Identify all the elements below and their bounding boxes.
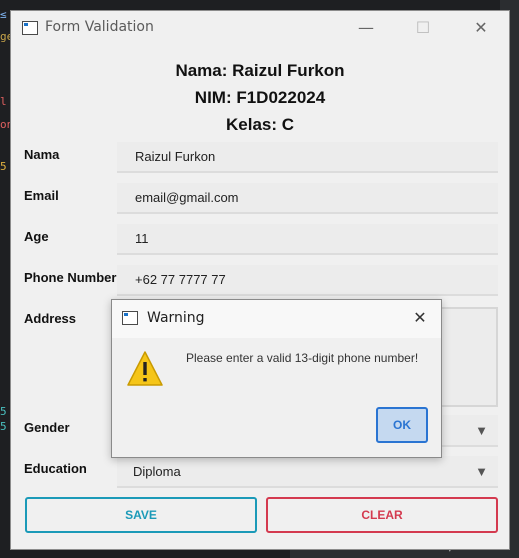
- dialog-close-button[interactable]: ✕: [409, 307, 431, 329]
- maximize-button[interactable]: ☐: [408, 17, 438, 39]
- background-glyph: 5: [0, 160, 7, 173]
- window-titlebar[interactable]: Form Validation — ☐ ✕: [11, 11, 509, 47]
- background-glyph: 5: [0, 405, 7, 418]
- nama-label: Nama: [24, 147, 60, 162]
- warning-triangle-icon: [127, 351, 163, 386]
- phone-field[interactable]: +62 77 7777 77: [117, 265, 498, 296]
- education-label: Education: [24, 461, 87, 476]
- dialog-message: Please enter a valid 13-digit phone numb…: [186, 351, 419, 365]
- minimize-button[interactable]: —: [351, 17, 381, 39]
- age-label: Age: [24, 229, 49, 244]
- age-field[interactable]: 11: [117, 224, 498, 255]
- email-field[interactable]: email@gmail.com: [117, 183, 498, 214]
- background-glyph: l: [0, 95, 7, 108]
- form-validation-window: Form Validation — ☐ ✕ Nama: Raizul Furko…: [10, 10, 510, 550]
- nama-field[interactable]: Raizul Furkon: [117, 142, 498, 173]
- background-glyph: ≤: [0, 8, 7, 21]
- window-app-icon: [22, 21, 38, 35]
- close-button[interactable]: ✕: [466, 17, 496, 39]
- triangle-down-icon: ▼: [475, 423, 488, 438]
- header-nama: Nama: Raizul Furkon: [175, 61, 345, 80]
- education-combobox[interactable]: Diploma ▼: [117, 456, 498, 488]
- dialog-titlebar[interactable]: Warning ✕: [112, 300, 441, 338]
- warning-dialog: Warning ✕ Please enter a valid 13-digit …: [111, 299, 442, 458]
- email-label: Email: [24, 188, 59, 203]
- header-kelas: Kelas: C: [225, 115, 295, 134]
- dialog-title: Warning: [147, 310, 205, 326]
- header-nim: NIM: F1D022024: [194, 88, 326, 107]
- phone-label: Phone Number: [24, 270, 117, 285]
- background-glyph: 5: [0, 420, 7, 433]
- address-label: Address: [24, 311, 77, 326]
- education-value: Diploma: [133, 464, 181, 479]
- triangle-down-icon: ▼: [475, 464, 488, 479]
- window-title: Form Validation: [45, 19, 154, 35]
- ok-button[interactable]: OK: [376, 407, 428, 443]
- window-app-icon: [122, 311, 138, 325]
- gender-label: Gender: [24, 420, 70, 435]
- save-button[interactable]: SAVE: [25, 497, 257, 533]
- clear-button[interactable]: CLEAR: [266, 497, 498, 533]
